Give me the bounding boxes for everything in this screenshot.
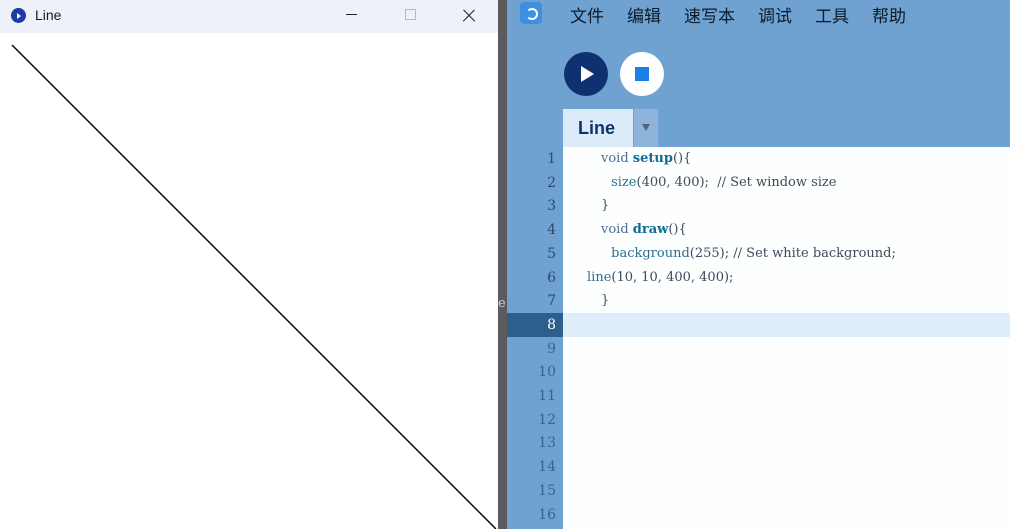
line-number: 4 xyxy=(547,222,556,239)
current-line-highlight xyxy=(563,313,1010,337)
code-token: (){ xyxy=(668,222,687,238)
line-number: 16 xyxy=(538,506,556,523)
code-line: } xyxy=(601,293,609,308)
menu-sketch[interactable]: 速写本 xyxy=(684,2,735,27)
code-editor[interactable] xyxy=(563,147,1010,529)
line-number: 8 xyxy=(547,316,556,333)
menu-tools[interactable]: 工具 xyxy=(815,2,849,27)
menu-help[interactable]: 帮助 xyxy=(872,2,906,27)
stop-button[interactable] xyxy=(620,52,664,96)
sketch-canvas xyxy=(0,33,498,529)
line-number: 13 xyxy=(538,435,556,452)
line-number: 11 xyxy=(538,388,556,404)
sketch-window-title: Line xyxy=(35,7,62,23)
line-number: 10 xyxy=(538,364,556,381)
line-number: 5 xyxy=(547,245,556,262)
code-token: size xyxy=(607,174,637,190)
line-number: 14 xyxy=(538,459,556,476)
ide-logo-icon xyxy=(520,2,542,24)
code-token: draw xyxy=(632,222,669,238)
processing-app-icon xyxy=(11,8,26,23)
code-line: } xyxy=(601,198,609,213)
code-line: background(255); // Set white background… xyxy=(607,246,896,261)
code-line: line(10, 10, 400, 400); xyxy=(587,270,733,285)
code-token: (10, 10, 400, 400); xyxy=(611,269,734,285)
line-number: 6 xyxy=(547,269,556,286)
menu-bar: 文件 编辑 速写本 调试 工具 帮助 xyxy=(570,2,929,27)
menu-debug[interactable]: 调试 xyxy=(758,2,792,27)
code-line: void setup(){ xyxy=(601,151,691,166)
line-number: 9 xyxy=(547,340,556,357)
tab-line[interactable]: Line xyxy=(563,109,633,147)
code-line: void draw(){ xyxy=(601,222,687,237)
code-line: size(400, 400); // Set window size xyxy=(607,175,836,190)
line-number: 15 xyxy=(538,482,556,499)
minimize-icon[interactable] xyxy=(322,0,380,33)
tab-label: Line xyxy=(578,118,616,138)
code-token: void xyxy=(601,222,633,238)
window-gap xyxy=(498,0,507,529)
line-number: 3 xyxy=(547,198,556,215)
menu-file[interactable]: 文件 xyxy=(570,2,604,27)
close-icon[interactable] xyxy=(440,0,498,33)
menu-edit[interactable]: 编辑 xyxy=(627,2,661,27)
line-number: 12 xyxy=(538,411,556,428)
code-token: (400, 400); // Set window size xyxy=(636,174,837,190)
code-token: setup xyxy=(632,151,673,166)
background-text-fragment: e xyxy=(498,296,506,311)
code-token: (255); // Set white background; xyxy=(689,245,896,261)
code-token: background xyxy=(607,245,690,261)
code-token: void xyxy=(601,151,633,166)
line-number: 2 xyxy=(547,174,556,191)
code-token: } xyxy=(601,198,610,214)
tab-menu-chevron-down-icon[interactable] xyxy=(634,109,658,147)
sketch-titlebar[interactable]: Line xyxy=(0,0,498,33)
code-token: line xyxy=(587,269,612,285)
run-button[interactable] xyxy=(564,52,608,96)
code-token: } xyxy=(601,293,610,309)
line-number: 7 xyxy=(547,293,556,310)
sketch-window: Line xyxy=(0,0,498,529)
ide-window: 文件 编辑 速写本 调试 工具 帮助 Line 1 2 3 4 5 6 7 8 9 10 11 12 13 14 15… xyxy=(507,0,1010,529)
code-token: (){ xyxy=(672,151,692,166)
line-number: 1 xyxy=(547,151,556,167)
maximize-icon[interactable] xyxy=(381,0,439,33)
